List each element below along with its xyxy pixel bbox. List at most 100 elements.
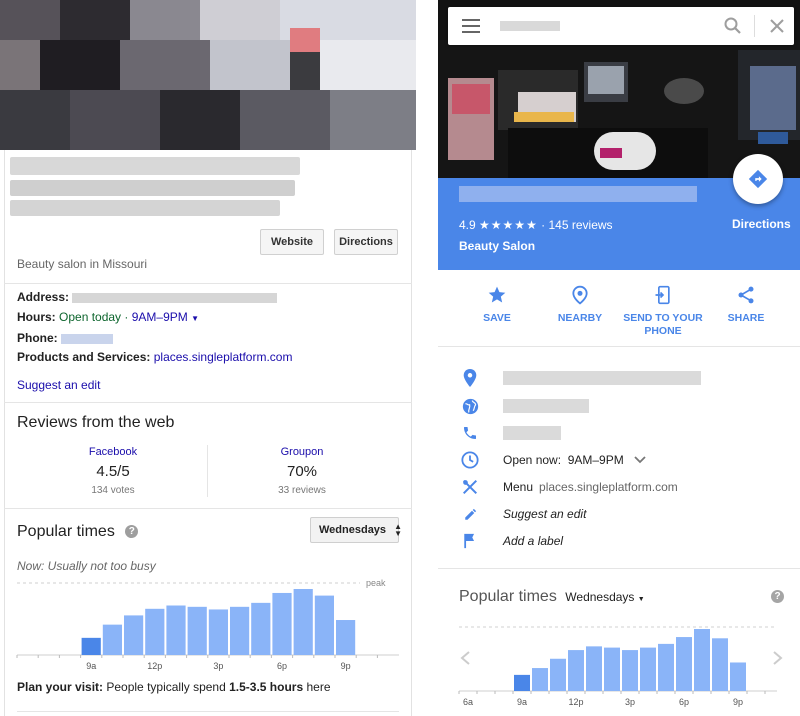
chevron-down-icon[interactable]	[634, 456, 646, 464]
chart-bar-9a[interactable]	[81, 637, 101, 655]
share-label: SHARE	[727, 312, 765, 324]
chart-bar-4p[interactable]	[230, 606, 250, 655]
help-icon[interactable]: ?	[771, 590, 784, 603]
chart-bar-10a[interactable]	[532, 668, 548, 691]
maps-place-panel: 4.9 ★★★★★ · 145 reviews Beauty Salon Dir…	[438, 0, 800, 716]
close-icon[interactable]	[770, 19, 784, 33]
chart-bar-11a[interactable]	[124, 615, 144, 655]
tick-label-6p: 6p	[679, 697, 689, 707]
chart-bar-3p[interactable]	[622, 650, 638, 691]
day-selector-value: Wednesdays	[319, 524, 387, 536]
phone-row[interactable]	[460, 423, 561, 443]
hours-dropdown[interactable]: 9AM–9PM	[132, 310, 188, 324]
directions-button[interactable]: Directions	[334, 229, 398, 255]
chart-bar-9a[interactable]	[514, 674, 530, 691]
phone-redacted[interactable]	[61, 333, 114, 344]
reviews-heading: Reviews from the web	[17, 414, 175, 431]
directions-icon	[748, 169, 768, 189]
chart-bar-1p[interactable]	[166, 605, 186, 656]
plan-text: People typically spend	[103, 680, 230, 694]
tick-label-9p: 9p	[733, 697, 743, 707]
hours-row: Hours: Open today · 9AM–9PM ▼	[17, 310, 199, 324]
menu-link[interactable]: places.singleplatform.com	[539, 480, 678, 494]
products-row: Products and Services: places.singleplat…	[17, 350, 292, 364]
star-icon	[457, 284, 537, 306]
chart-bar-7p[interactable]	[694, 629, 710, 691]
address-label: Address:	[17, 290, 70, 304]
chart-ticks: 6a 9a 12p 3p 6p 9p	[458, 691, 766, 707]
caret-down-icon: ▼	[637, 596, 645, 603]
share-action[interactable]: SHARE	[706, 284, 786, 324]
chart-bar-12p[interactable]	[568, 650, 584, 691]
place-name-redacted	[459, 186, 697, 202]
caret-down-icon[interactable]: ▼	[191, 314, 199, 323]
flag-icon	[460, 531, 480, 551]
phone-row: Phone:	[17, 331, 114, 345]
hours-row[interactable]: Open now: 9AM–9PM	[460, 450, 646, 470]
directions-label[interactable]: Directions	[732, 217, 791, 231]
day-selector[interactable]: Wednesdays ▲ ▼	[310, 517, 402, 543]
chart-bar-2p[interactable]	[604, 647, 620, 691]
suggest-edit-link[interactable]: Suggest an edit	[17, 378, 100, 392]
review-count: 134 votes	[91, 485, 135, 496]
chart-bar-6p[interactable]	[272, 592, 292, 655]
reviews-count[interactable]: · 145 reviews	[541, 218, 612, 232]
phone-label: Phone:	[17, 331, 58, 345]
tick-label-6p: 6p	[277, 661, 287, 671]
send-to-phone-icon	[623, 284, 703, 306]
chart-bar-5p[interactable]	[658, 643, 674, 691]
help-icon[interactable]: ?	[125, 525, 139, 539]
chevron-left-icon	[460, 651, 470, 665]
divider	[4, 402, 412, 403]
suggest-edit-row[interactable]: Suggest an edit	[460, 504, 586, 524]
up-down-icon: ▲ ▼	[394, 522, 402, 538]
review-groupon[interactable]: Groupon 70% 33 reviews	[212, 446, 392, 496]
address-row[interactable]	[460, 368, 701, 388]
chart-bar-9p[interactable]	[336, 620, 356, 655]
day-selector-value: Wednesdays	[565, 590, 635, 604]
address-redacted	[503, 371, 701, 385]
review-facebook[interactable]: Facebook 4.5/5 134 votes	[23, 446, 203, 496]
review-count: 33 reviews	[278, 485, 326, 496]
chart-bar-2p[interactable]	[187, 606, 207, 655]
menu-icon[interactable]	[462, 19, 480, 33]
website-button[interactable]: Website	[260, 229, 324, 255]
location-pin-icon	[460, 368, 480, 388]
chart-bar-11a[interactable]	[550, 658, 566, 691]
day-selector[interactable]: Wednesdays ▼	[565, 590, 644, 604]
review-source: Groupon	[280, 446, 324, 458]
chart-bar-9p[interactable]	[730, 662, 746, 691]
clock-icon	[460, 450, 480, 470]
chart-bar-8p[interactable]	[314, 595, 334, 655]
send-to-phone-action[interactable]: SEND TO YOUR PHONE	[623, 284, 703, 338]
rating-row[interactable]: 4.9 ★★★★★ · 145 reviews	[459, 218, 613, 232]
phone-redacted	[503, 426, 561, 440]
menu-row[interactable]: Menu places.singleplatform.com	[460, 477, 678, 497]
chart-bar-3p[interactable]	[208, 609, 228, 655]
divider	[17, 711, 399, 712]
tick-label-9a: 9a	[517, 697, 527, 707]
chart-bar-4p[interactable]	[640, 647, 656, 691]
chart-bar-10a[interactable]	[102, 624, 122, 655]
search-bar[interactable]	[448, 7, 794, 45]
chart-bar-8p[interactable]	[712, 638, 728, 691]
business-photo[interactable]	[0, 0, 416, 150]
popular-times-chart: 6a 9a 12p 3p 6p 9p	[458, 626, 783, 707]
chart-bar-5p[interactable]	[251, 602, 271, 655]
nearby-action[interactable]: NEARBY	[540, 284, 620, 324]
save-label: SAVE	[483, 312, 511, 324]
chart-bar-1p[interactable]	[586, 646, 602, 691]
directions-button[interactable]	[733, 154, 783, 204]
products-link[interactable]: places.singleplatform.com	[154, 350, 293, 364]
search-icon[interactable]	[724, 17, 742, 35]
website-row[interactable]	[460, 396, 589, 416]
plan-label: Plan your visit:	[17, 680, 104, 694]
chart-bar-6p[interactable]	[676, 637, 692, 691]
chart-bar-12p[interactable]	[145, 608, 165, 655]
add-label-row[interactable]: Add a label	[460, 531, 563, 551]
chart-bars	[81, 589, 356, 656]
globe-icon	[460, 396, 480, 416]
tick-label-9p: 9p	[341, 661, 351, 671]
save-action[interactable]: SAVE	[457, 284, 537, 324]
chart-bar-7p[interactable]	[293, 589, 313, 655]
